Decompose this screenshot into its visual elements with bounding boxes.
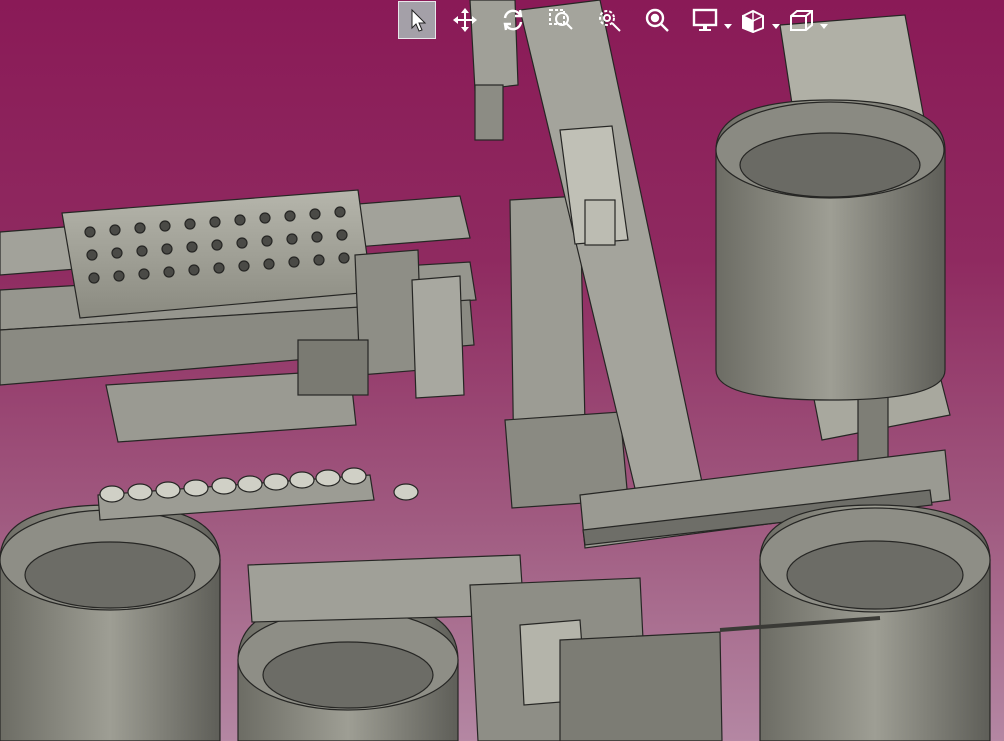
select-tool-button[interactable]	[398, 1, 436, 39]
pan-tool-button[interactable]	[446, 1, 484, 39]
3d-viewport[interactable]	[0, 0, 1004, 741]
cursor-arrow-icon	[411, 8, 427, 32]
view-orientation-button[interactable]	[734, 1, 780, 39]
rotate-tool-button[interactable]	[494, 1, 532, 39]
feeder-bowl-left	[0, 504, 221, 741]
chevron-down-icon	[820, 24, 828, 29]
cube-view-icon	[742, 9, 764, 33]
cad-assembly-model[interactable]	[0, 0, 1004, 741]
view-orientation-dropdown[interactable]	[772, 15, 780, 29]
zoom-box-icon	[549, 9, 573, 30]
display-mode-dropdown[interactable]	[724, 15, 732, 29]
feeder-bowl-top-right	[715, 99, 946, 401]
zoom-window-icon	[599, 10, 621, 32]
chevron-down-icon	[772, 24, 780, 29]
standard-views-button[interactable]	[782, 1, 828, 39]
monitor-icon	[692, 8, 718, 31]
move-arrows-icon	[453, 8, 477, 32]
zoom-button[interactable]	[638, 1, 676, 39]
display-mode-button[interactable]	[686, 1, 732, 39]
standard-views-dropdown[interactable]	[820, 15, 828, 29]
box-outline-icon	[790, 10, 813, 31]
zoom-icon	[645, 8, 669, 32]
zoom-box-button[interactable]	[542, 1, 580, 39]
view-toolbar	[398, 0, 878, 40]
rotate-icon	[503, 9, 523, 31]
chevron-down-icon	[724, 24, 732, 29]
zoom-window-button[interactable]	[590, 1, 628, 39]
